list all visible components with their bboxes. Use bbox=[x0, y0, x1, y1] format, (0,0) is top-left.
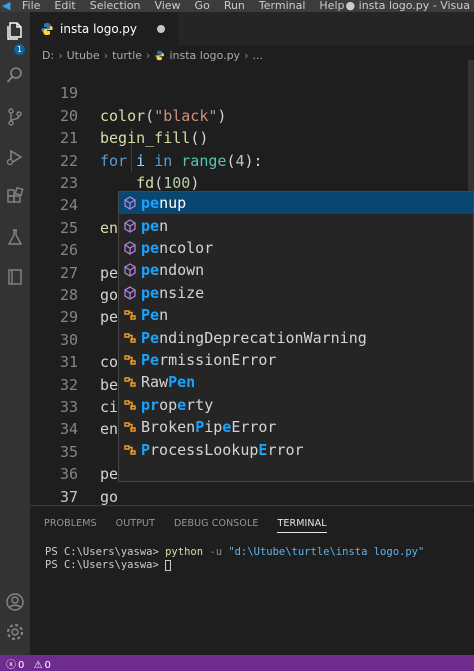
code-line-19: 19 color("black") bbox=[30, 60, 450, 124]
tab-terminal[interactable]: TERMINAL bbox=[277, 518, 327, 533]
run-debug-button[interactable] bbox=[0, 142, 30, 172]
status-bar: ⓧ 0 ⚠ 0 bbox=[0, 655, 474, 671]
source-control-icon bbox=[8, 108, 22, 126]
menu-help[interactable]: Help bbox=[319, 0, 344, 12]
class-icon bbox=[119, 352, 141, 368]
files-icon bbox=[7, 22, 22, 40]
class-icon bbox=[119, 330, 141, 346]
suggestion-item[interactable]: RawPen bbox=[119, 371, 473, 393]
flask-icon bbox=[7, 229, 23, 245]
gear-icon bbox=[6, 623, 24, 641]
class-icon bbox=[119, 442, 141, 458]
warning-icon: ⚠ bbox=[33, 659, 43, 671]
suggestion-label: pendown bbox=[141, 261, 205, 280]
extensions-button[interactable] bbox=[0, 182, 30, 212]
terminal-line[interactable]: PS C:\Users\yaswa> python -u "d:\Utube\t… bbox=[45, 546, 424, 558]
suggestion-item[interactable]: PendingDeprecationWarning bbox=[119, 326, 473, 348]
explorer-badge: 1 bbox=[14, 44, 25, 55]
python-file-icon bbox=[155, 50, 165, 60]
suggestion-label: pensize bbox=[141, 283, 205, 302]
suggestion-label: RawPen bbox=[141, 373, 196, 392]
tab-insta-logo[interactable]: insta logo.py bbox=[30, 12, 178, 45]
suggestion-item[interactable]: ProcessLookupError bbox=[119, 438, 473, 460]
run-debug-icon bbox=[6, 149, 23, 166]
terminal-line[interactable]: PS C:\Users\yaswa> bbox=[45, 559, 172, 571]
tab-bar: insta logo.py bbox=[30, 12, 474, 45]
search-icon bbox=[6, 67, 22, 83]
menu-terminal[interactable]: Terminal bbox=[259, 0, 306, 12]
tab-output[interactable]: OUTPUT bbox=[116, 518, 155, 533]
tab-debug-console[interactable]: DEBUG CONSOLE bbox=[174, 518, 259, 533]
class-icon bbox=[119, 419, 141, 435]
error-icon: ⓧ bbox=[6, 659, 16, 671]
suggestion-label: Pen bbox=[141, 306, 169, 325]
suggestion-label: PermissionError bbox=[141, 350, 277, 369]
suggestion-item[interactable]: property bbox=[119, 394, 473, 416]
code-line-21: 21 for i in range(4): bbox=[30, 105, 450, 169]
method-icon bbox=[119, 262, 141, 278]
class-icon bbox=[119, 397, 141, 413]
unsaved-dot-icon[interactable] bbox=[157, 25, 165, 33]
suggestion-item[interactable]: BrokenPipeError bbox=[119, 416, 473, 438]
code-line-23: 23 circle(40,90) bbox=[30, 150, 450, 214]
autocomplete-widget: penup pen pencolor pendown pensize Pen Pending… bbox=[118, 191, 474, 482]
menu-edit[interactable]: Edit bbox=[54, 0, 75, 12]
suggestion-item[interactable]: Pen bbox=[119, 304, 473, 326]
class-icon bbox=[119, 307, 141, 323]
account-icon bbox=[6, 593, 24, 611]
vscode-logo-icon: ◀ bbox=[2, 0, 11, 12]
method-icon bbox=[119, 195, 141, 211]
suggestion-label: PendingDeprecationWarning bbox=[141, 328, 367, 347]
bottom-panel: PROBLEMS OUTPUT DEBUG CONSOLE TERMINAL P… bbox=[30, 505, 474, 656]
menu-file[interactable]: File bbox=[22, 0, 40, 12]
panel-tabs: PROBLEMS OUTPUT DEBUG CONSOLE TERMINAL bbox=[44, 518, 346, 533]
extensions-icon bbox=[7, 187, 24, 203]
menu-go[interactable]: Go bbox=[195, 0, 210, 12]
window-title: ● insta logo.py - Visua bbox=[345, 0, 470, 12]
testing-button[interactable] bbox=[0, 222, 30, 252]
notebook-button[interactable] bbox=[0, 262, 30, 292]
terminal-cursor bbox=[165, 559, 172, 571]
code-line-22: 22 fd(100) bbox=[30, 127, 450, 192]
class-icon bbox=[119, 374, 141, 390]
accounts-button[interactable] bbox=[0, 587, 30, 617]
code-line-20: 20 begin_fill() bbox=[30, 82, 450, 147]
search-button[interactable] bbox=[0, 60, 30, 90]
tab-problems[interactable]: PROBLEMS bbox=[44, 518, 97, 533]
menu: File Edit Selection View Go Run Terminal… bbox=[22, 0, 358, 12]
tab-title: insta logo.py bbox=[60, 21, 138, 36]
suggestion-label: property bbox=[141, 395, 214, 414]
menu-run[interactable]: Run bbox=[224, 0, 245, 12]
suggestion-item[interactable]: pensize bbox=[119, 282, 473, 304]
manage-button[interactable] bbox=[0, 617, 30, 647]
menu-view[interactable]: View bbox=[154, 0, 180, 12]
activity-bar: 1 bbox=[0, 12, 30, 655]
suggestion-item[interactable]: pencolor bbox=[119, 237, 473, 259]
suggestion-item[interactable]: pendown bbox=[119, 259, 473, 281]
method-icon bbox=[119, 285, 141, 301]
suggestion-item[interactable]: pen bbox=[119, 214, 473, 236]
suggestion-item[interactable]: PermissionError bbox=[119, 349, 473, 371]
suggestion-label: ProcessLookupError bbox=[141, 440, 304, 459]
suggestion-label: penup bbox=[141, 194, 187, 213]
source-control-button[interactable] bbox=[0, 102, 30, 132]
notebook-icon bbox=[8, 269, 22, 285]
suggestion-label: pencolor bbox=[141, 238, 214, 257]
problems-status[interactable]: ⓧ 0 ⚠ 0 bbox=[6, 656, 51, 671]
python-file-icon bbox=[41, 22, 53, 35]
suggestion-item[interactable]: penup bbox=[119, 192, 473, 215]
menu-bar: ◀ File Edit Selection View Go Run Termin… bbox=[0, 0, 474, 12]
explorer-button[interactable]: 1 bbox=[0, 16, 30, 55]
suggestion-label: pen bbox=[141, 216, 169, 235]
menu-selection[interactable]: Selection bbox=[90, 0, 141, 12]
suggestion-label: BrokenPipeError bbox=[141, 418, 277, 437]
method-icon bbox=[119, 240, 141, 256]
method-icon bbox=[119, 218, 141, 234]
